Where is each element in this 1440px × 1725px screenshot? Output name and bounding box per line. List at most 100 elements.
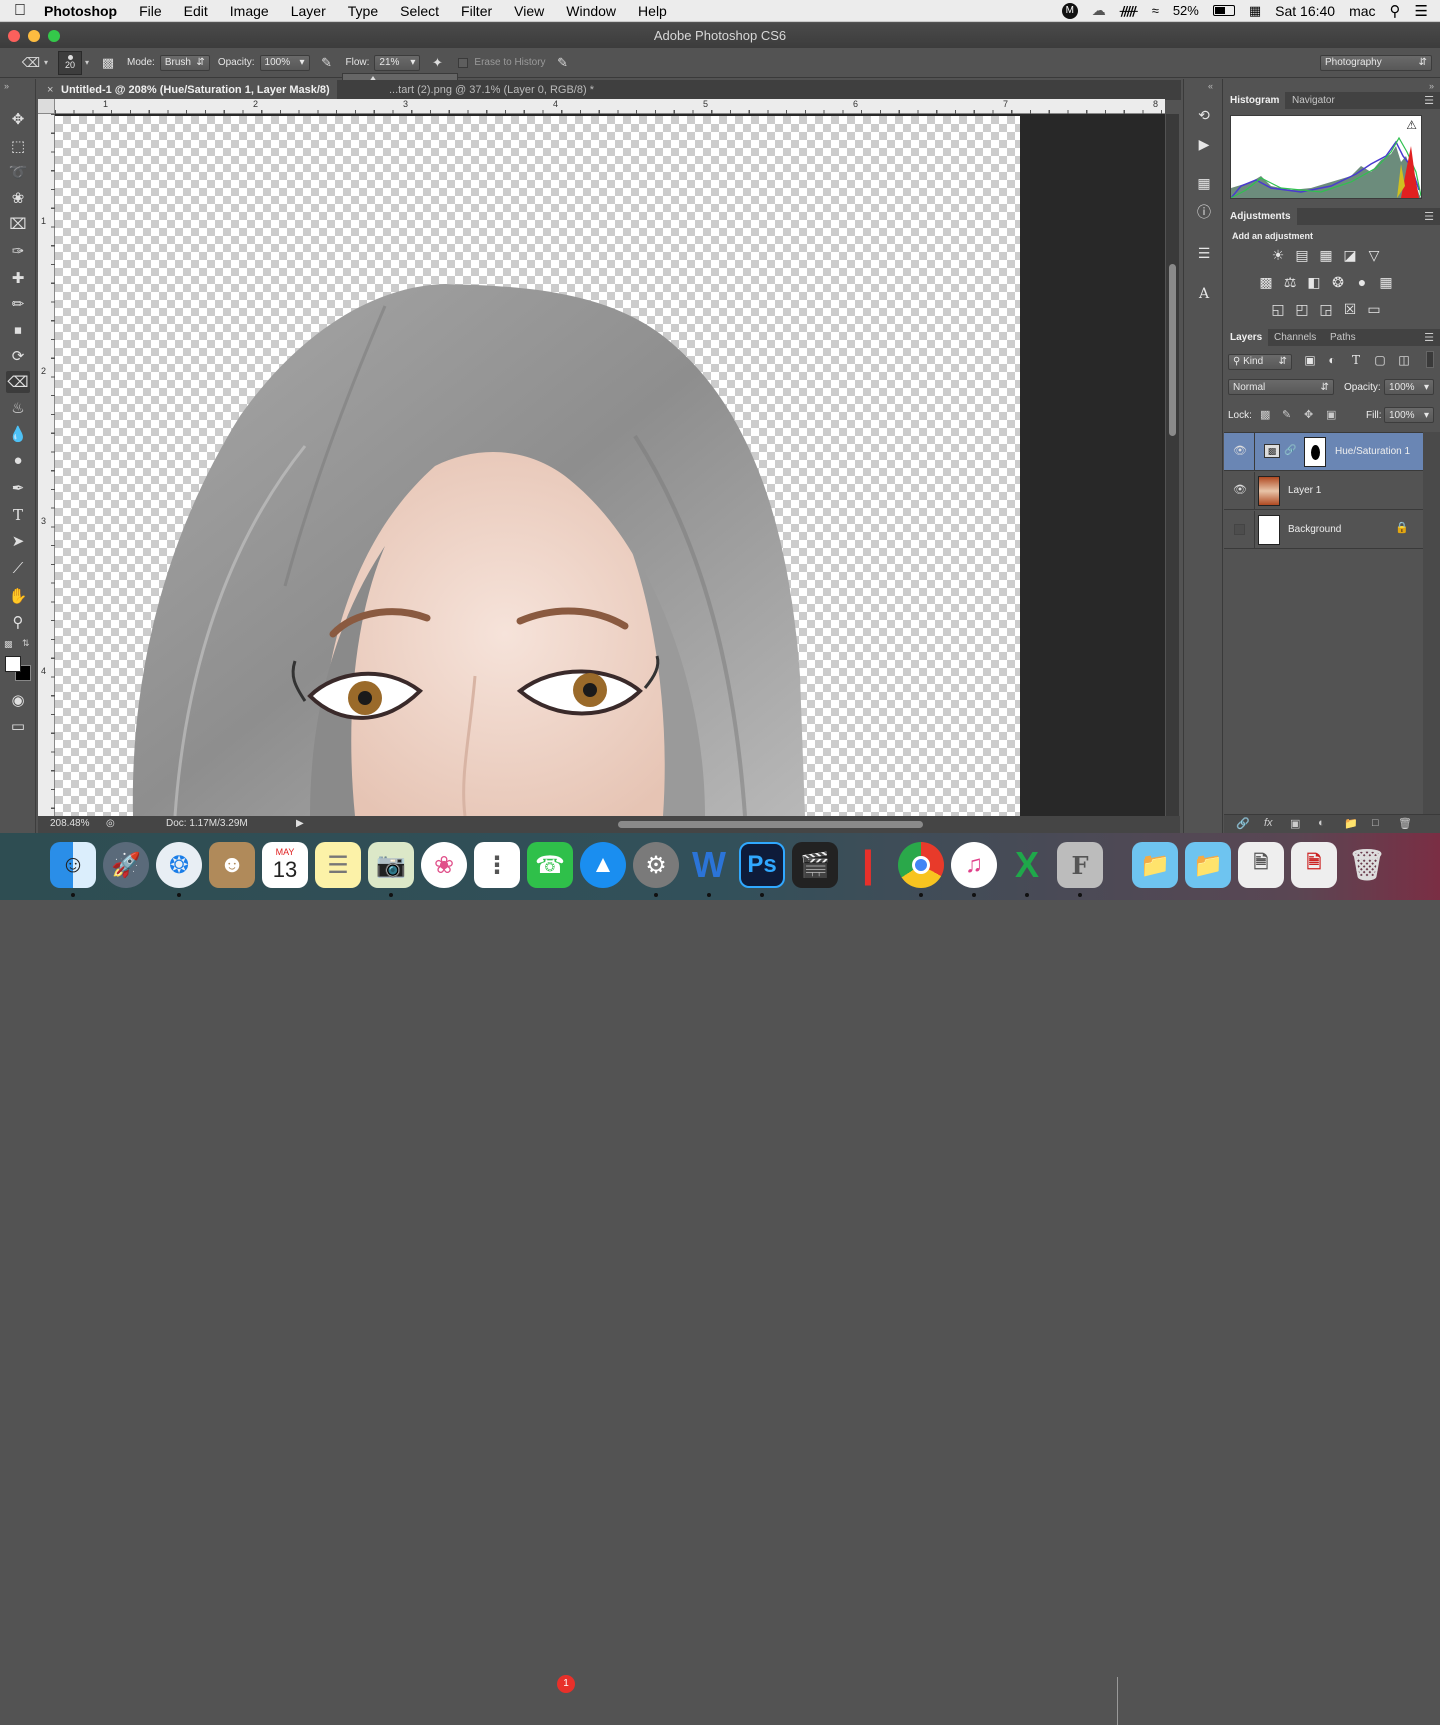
screen-mode-icon[interactable]: ▭ [6,715,30,737]
crop-tool-icon[interactable]: ⌧ [6,213,30,235]
new-group-icon[interactable]: 📁 [1344,817,1358,830]
pages-p-icon[interactable]: ❙ [845,842,891,888]
filter-pixel-icon[interactable]: ▣ [1300,351,1320,369]
collapse-tools-icon[interactable]: » [4,81,9,91]
delete-layer-icon[interactable]: 🗑 [1398,817,1412,830]
spotlight-icon[interactable]: ⚲ [1390,2,1401,20]
launchpad-icon[interactable]: 🚀 [103,842,149,888]
link-layers-icon[interactable]: 🔗 [1236,817,1250,830]
new-layer-icon[interactable]: □ [1372,817,1379,829]
paint-bucket-tool-icon[interactable]: ♨ [6,397,30,419]
swap-colors-icon[interactable]: ⇅ [22,638,30,649]
tab-layers[interactable]: Layers [1224,329,1269,346]
preview-icon[interactable]: 📷 [368,842,414,888]
layer-thumbnail[interactable] [1258,515,1280,545]
brush-panel-toggle-icon[interactable]: ▩ [97,53,119,73]
tab-paths[interactable]: Paths [1324,329,1362,346]
visibility-toggle-off[interactable] [1234,524,1245,535]
close-window-button[interactable] [8,30,20,42]
quick-mask-icon[interactable]: ◉ [6,689,30,711]
info-panel-icon[interactable]: ⓘ [1191,201,1217,223]
path-selection-tool-icon[interactable]: ➤ [6,530,30,552]
chrome-icon[interactable] [898,842,944,888]
vertical-scrollbar-thumb[interactable] [1169,264,1176,436]
lock-all-icon[interactable]: ▣ [1326,408,1336,421]
lock-position-icon[interactable]: ✥ [1304,408,1313,421]
malwarebytes-icon[interactable]: M [1061,2,1078,19]
dodge-tool-icon[interactable]: ● [6,449,30,471]
foreground-color-swatch[interactable] [5,656,21,672]
type-tool-icon[interactable]: T [6,504,30,526]
menu-window[interactable]: Window [555,3,627,19]
ruler-origin[interactable] [38,99,55,114]
app-store-icon[interactable]: ▲ [580,842,626,888]
photo-filter-icon[interactable]: ❂ [1328,273,1348,291]
brush-presets-icon[interactable]: ▦ [1191,172,1217,194]
color-lookup-icon[interactable]: ▦ [1376,273,1396,291]
filter-shape-icon[interactable]: ▢ [1370,351,1390,369]
folder-icon[interactable]: 📁 [1185,842,1231,888]
layer-opacity-field[interactable]: 100% ▾ [1384,379,1434,395]
tab-png-document[interactable]: ...tart (2).png @ 37.1% (Layer 0, RGB/8)… [369,80,669,100]
status-menu-arrow-icon[interactable]: ▶ [296,818,304,829]
final-cut-icon[interactable]: 🎬 [792,842,838,888]
menu-select[interactable]: Select [389,3,450,19]
menu-help[interactable]: Help [627,3,678,19]
history-brush-tool-icon[interactable]: ⟳ [6,345,30,367]
gradient-map-icon[interactable]: ▭ [1364,300,1384,318]
excel-icon[interactable]: X [1004,842,1050,888]
lock-transparent-icon[interactable]: ▩ [1260,408,1270,421]
preset-dropdown-arrow-icon[interactable]: ▾ [44,58,48,67]
facetime-icon[interactable]: ☎ [527,842,573,888]
layer-name[interactable]: Hue/Saturation 1 [1335,446,1410,457]
layer-mask-thumbnail[interactable] [1304,437,1326,467]
word-icon[interactable]: W [686,842,732,888]
add-mask-icon[interactable]: ▣ [1290,817,1300,830]
invert-icon[interactable]: ◱ [1268,300,1288,318]
history-panel-icon[interactable]: ⟲ [1191,104,1217,126]
brightness-contrast-icon[interactable]: ☀ [1268,246,1288,264]
flow-field[interactable]: 21% ▾ [374,54,421,71]
calendar-icon[interactable]: MAY 13 [262,842,308,888]
input-menu-icon[interactable]: ▦ [1249,3,1261,19]
menu-layer[interactable]: Layer [280,3,337,19]
layer-name[interactable]: Background [1288,524,1341,535]
character-panel-icon[interactable]: A [1191,283,1217,305]
color-balance-icon[interactable]: ⚖ [1280,273,1300,291]
contacts-icon[interactable]: ☻ [209,842,255,888]
battery-icon[interactable] [1212,5,1235,16]
layer-style-icon[interactable]: fx [1264,817,1273,829]
menu-filter[interactable]: Filter [450,3,503,19]
workspace-select[interactable]: Photography ⇵ [1320,54,1432,71]
vibrance-icon[interactable]: ▽ [1364,246,1384,264]
pen-tool-icon[interactable]: ✒ [6,477,30,499]
lock-image-icon[interactable]: ✎ [1282,408,1291,421]
system-preferences-icon[interactable]: ⚙ [633,842,679,888]
notification-center-icon[interactable]: ☰ [1415,2,1428,20]
layer-row-background[interactable]: Background 🔒 [1224,511,1423,549]
panel-menu-icon[interactable]: ☰ [1424,210,1434,223]
photos-icon[interactable]: ❀ [421,842,467,888]
pressure-size-icon[interactable]: ✎ [552,53,574,73]
safari-icon[interactable]: ❂ [156,842,202,888]
channel-mixer-icon[interactable]: ● [1352,273,1372,291]
tab-navigator[interactable]: Navigator [1286,92,1341,109]
layers-scrollbar[interactable] [1423,432,1440,824]
brush-size-picker[interactable]: 20 [58,50,83,75]
tab-channels[interactable]: Channels [1268,329,1322,346]
layer-name[interactable]: Layer 1 [1288,485,1321,496]
vertical-scrollbar[interactable] [1166,114,1179,816]
status-icon[interactable]: ◎ [106,818,115,829]
line-tool-icon[interactable]: ⟋ [6,557,30,579]
quick-selection-tool-icon[interactable]: ❀ [6,187,30,209]
zoom-window-button[interactable] [48,30,60,42]
clock[interactable]: Sat 16:40 [1275,3,1335,19]
actions-panel-icon[interactable]: ▶ [1191,133,1217,155]
mode-select[interactable]: Brush ⇵ [159,54,210,71]
tab-adjustments[interactable]: Adjustments [1224,208,1297,225]
paragraph-panel-icon[interactable]: ☰ [1191,242,1217,264]
filter-toggle-switch[interactable] [1426,351,1434,368]
wifi-icon[interactable]: ≈ [1152,3,1159,18]
folder-icon[interactable]: 📁 [1132,842,1178,888]
battery-percent[interactable]: 52% [1173,3,1199,18]
